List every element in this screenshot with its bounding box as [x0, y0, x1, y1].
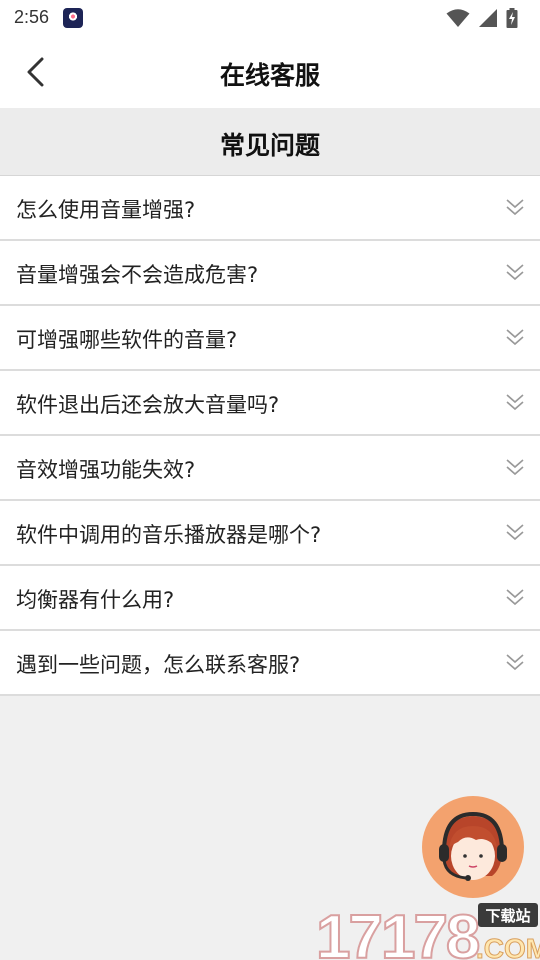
- watermark-text: 17178: [316, 903, 479, 960]
- double-chevron-down-icon: [506, 329, 524, 346]
- faq-item[interactable]: 软件中调用的音乐播放器是哪个?: [0, 501, 540, 566]
- wifi-icon: [446, 9, 470, 27]
- customer-service-button[interactable]: [422, 796, 524, 898]
- signal-icon: [479, 9, 497, 27]
- double-chevron-down-icon: [506, 394, 524, 411]
- watermark-logo: 17178 下载站 .COM: [315, 902, 540, 960]
- faq-item[interactable]: 音效增强功能失效?: [0, 436, 540, 501]
- double-chevron-down-icon: [506, 264, 524, 281]
- faq-item[interactable]: 遇到一些问题，怎么联系客服?: [0, 631, 540, 696]
- watermark-suffix: .COM: [476, 933, 540, 960]
- faq-question: 音效增强功能失效?: [16, 458, 196, 482]
- faq-question: 软件中调用的音乐播放器是哪个?: [16, 523, 322, 547]
- double-chevron-down-icon: [506, 654, 524, 671]
- app-bar: 在线客服: [0, 36, 540, 108]
- faq-question: 均衡器有什么用?: [16, 588, 175, 612]
- faq-item[interactable]: 怎么使用音量增强?: [0, 176, 540, 241]
- faq-section-title: 常见问题: [219, 131, 320, 160]
- battery-charging-icon: [506, 8, 518, 28]
- double-chevron-down-icon: [506, 199, 524, 216]
- faq-question: 软件退出后还会放大音量吗?: [16, 393, 280, 417]
- faq-item[interactable]: 可增强哪些软件的音量?: [0, 306, 540, 371]
- faq-item[interactable]: 软件退出后还会放大音量吗?: [0, 371, 540, 436]
- faq-question: 可增强哪些软件的音量?: [16, 328, 238, 352]
- status-time: 2:56: [14, 7, 50, 27]
- double-chevron-down-icon: [506, 589, 524, 606]
- faq-question: 音量增强会不会造成危害?: [16, 263, 259, 287]
- faq-item[interactable]: 均衡器有什么用?: [0, 566, 540, 631]
- customer-service-agent-icon: [439, 811, 507, 881]
- app-badge-icon: [63, 8, 83, 28]
- site-watermark: 17178 下载站 .COM: [315, 900, 540, 960]
- faq-section-header: 常见问题: [0, 108, 540, 176]
- status-bar: 2:56: [0, 0, 540, 36]
- double-chevron-down-icon: [506, 459, 524, 476]
- status-icons: [446, 8, 518, 28]
- watermark-badge-text: 下载站: [485, 907, 530, 925]
- faq-item[interactable]: 音量增强会不会造成危害?: [0, 241, 540, 306]
- faq-question: 怎么使用音量增强?: [16, 198, 196, 222]
- double-chevron-down-icon: [506, 524, 524, 541]
- faq-list: 怎么使用音量增强? 音量增强会不会造成危害? 可增强哪些软件的音量? 软件退出后…: [0, 176, 540, 696]
- faq-question: 遇到一些问题，怎么联系客服?: [16, 653, 301, 677]
- page-title: 在线客服: [219, 61, 320, 90]
